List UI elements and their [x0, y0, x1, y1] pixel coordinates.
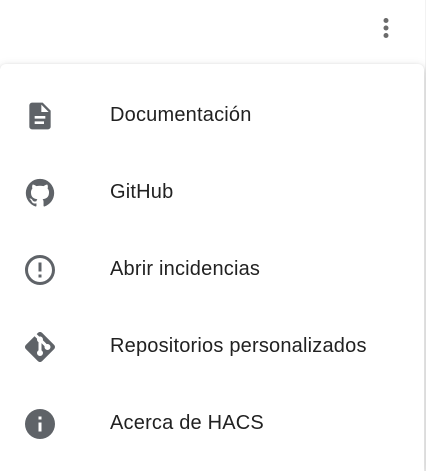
- alert-circle-outline-icon: [22, 252, 58, 288]
- menu-item-custom-repositories[interactable]: Repositorios personalizados: [0, 308, 424, 385]
- menu-item-open-issues[interactable]: Abrir incidencias: [0, 231, 424, 308]
- menu-item-label: GitHub: [110, 181, 174, 203]
- menu-item-label: Acerca de HACS: [110, 412, 264, 434]
- page: Documentación GitHub Abrir incidencias R…: [0, 0, 426, 471]
- github-icon: [22, 175, 58, 211]
- information-icon: [22, 406, 58, 442]
- menu-item-documentation[interactable]: Documentación: [0, 77, 424, 154]
- menu-item-about-hacs[interactable]: Acerca de HACS: [0, 385, 424, 462]
- menu-item-label: Abrir incidencias: [110, 258, 261, 280]
- overflow-menu-button[interactable]: [366, 8, 406, 48]
- git-icon: [22, 329, 58, 365]
- dots-vertical-icon: [374, 16, 398, 40]
- menu-item-label: Documentación: [110, 104, 252, 126]
- overflow-menu: Documentación GitHub Abrir incidencias R…: [0, 64, 424, 471]
- file-document-icon: [22, 98, 58, 134]
- menu-item-label: Repositorios personalizados: [110, 335, 367, 357]
- menu-item-github[interactable]: GitHub: [0, 154, 424, 231]
